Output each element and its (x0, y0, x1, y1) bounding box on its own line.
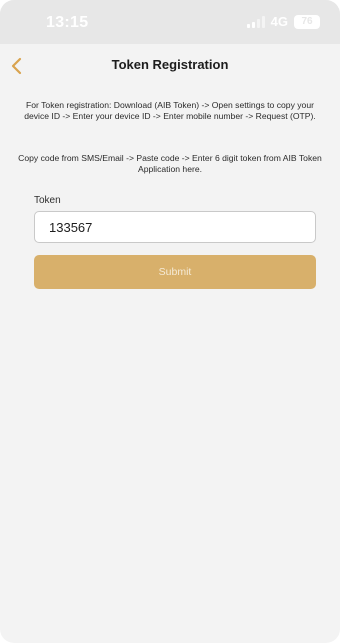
status-bar: 13:15 4G 76 (0, 0, 340, 44)
registration-instructions: For Token registration: Download (AIB To… (24, 100, 316, 121)
phone-screen: 13:15 4G 76 Token Registration For Token… (0, 0, 340, 643)
submit-button[interactable]: Submit (34, 255, 316, 289)
status-indicators: 4G 76 (246, 14, 320, 29)
token-input[interactable] (34, 211, 316, 243)
network-type: 4G (270, 14, 288, 29)
signal-bars-icon (246, 15, 265, 28)
page-title: Token Registration (111, 57, 229, 72)
token-instructions: Copy code from SMS/Email -> Paste code -… (18, 153, 322, 174)
status-time: 13:15 (46, 14, 89, 31)
nav-bar: Token Registration (0, 44, 340, 88)
battery-icon: 76 (294, 14, 320, 29)
token-label: Token (34, 195, 61, 206)
